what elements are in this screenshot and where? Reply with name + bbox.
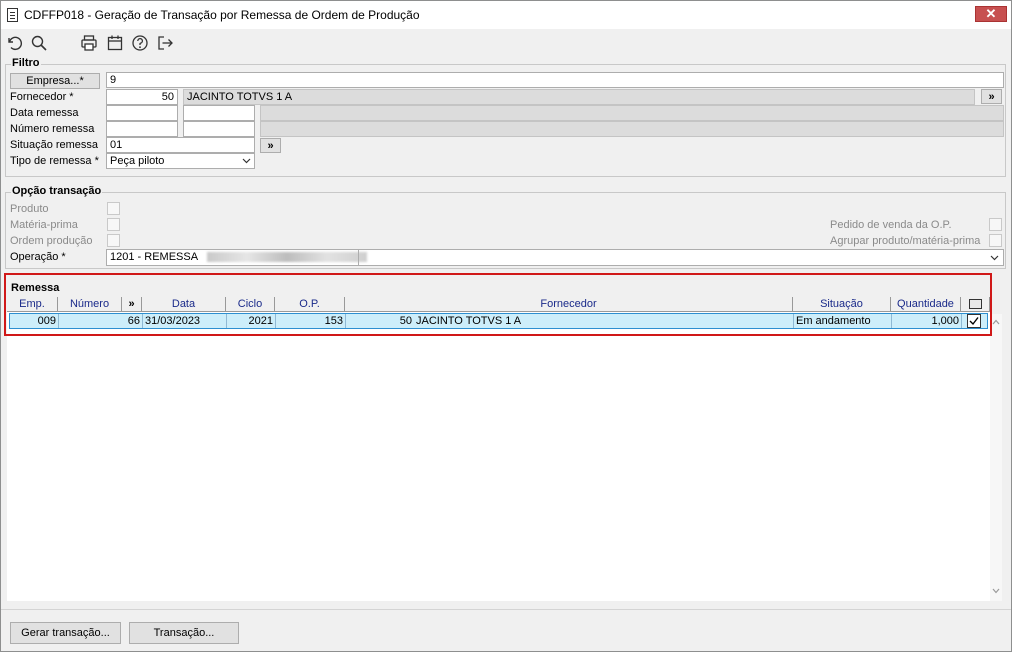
- operacao-select[interactable]: 1201 - REMESSA: [106, 249, 1004, 266]
- data-remessa-ro-field: [260, 105, 1004, 121]
- situacao-remessa-field[interactable]: 01: [106, 137, 255, 153]
- data-remessa-from-field[interactable]: [106, 105, 178, 121]
- agrupar-label: Agrupar produto/matéria-prima: [830, 235, 981, 247]
- situacao-remessa-label: Situação remessa: [10, 139, 99, 151]
- toolbar: [1, 29, 1011, 57]
- produto-label: Produto: [10, 203, 49, 215]
- fornecedor-code-field[interactable]: 50: [106, 89, 178, 105]
- transacao-button[interactable]: Transação...: [129, 622, 239, 644]
- empresa-button[interactable]: Empresa...*: [10, 73, 100, 89]
- ordem-producao-checkbox[interactable]: [107, 234, 120, 247]
- numero-remessa-to-field[interactable]: [183, 121, 255, 137]
- calendar-icon[interactable]: [105, 33, 125, 53]
- main-window: CDFFP018 - Geração de Transação por Reme…: [0, 0, 1012, 652]
- close-button[interactable]: ✕: [975, 6, 1007, 22]
- data-remessa-label: Data remessa: [10, 107, 79, 119]
- undo-icon[interactable]: [4, 33, 24, 53]
- scroll-up-icon[interactable]: [992, 319, 1000, 325]
- tipo-remessa-select[interactable]: Peça piloto: [106, 153, 255, 169]
- materia-prima-label: Matéria-prima: [10, 219, 78, 231]
- fornecedor-name-field: JACINTO TOTVS 1 A: [183, 89, 975, 105]
- help-icon[interactable]: [130, 33, 150, 53]
- materia-prima-checkbox[interactable]: [107, 218, 120, 231]
- search-icon[interactable]: [29, 33, 49, 53]
- agrupar-checkbox[interactable]: [989, 234, 1002, 247]
- pedido-venda-checkbox[interactable]: [989, 218, 1002, 231]
- fornecedor-more-button[interactable]: »: [981, 89, 1002, 104]
- remessa-grid: Emp. Número » Data Ciclo O.P. Fornecedor…: [7, 297, 990, 601]
- opcao-title: Opção transação: [11, 185, 103, 197]
- operacao-label: Operação *: [10, 251, 66, 263]
- tipo-remessa-label: Tipo de remessa *: [10, 155, 99, 167]
- produto-checkbox[interactable]: [107, 202, 120, 215]
- numero-remessa-from-field[interactable]: [106, 121, 178, 137]
- numero-remessa-label: Número remessa: [10, 123, 95, 135]
- grid-scrollbar[interactable]: [990, 314, 1002, 601]
- data-remessa-to-field[interactable]: [183, 105, 255, 121]
- footer-divider: [1, 609, 1011, 610]
- title-bar: CDFFP018 - Geração de Transação por Reme…: [1, 1, 1011, 29]
- fornecedor-label: Fornecedor *: [10, 91, 74, 103]
- operacao-value: 1201 - REMESSA: [110, 251, 198, 263]
- gerar-transacao-button[interactable]: Gerar transação...: [10, 622, 121, 644]
- numero-remessa-ro-field: [260, 121, 1004, 137]
- chevron-down-icon: [990, 255, 999, 261]
- print-icon[interactable]: [79, 33, 99, 53]
- remessa-highlight-box: [4, 273, 992, 336]
- document-icon: [7, 8, 18, 22]
- window-title: CDFFP018 - Geração de Transação por Reme…: [24, 8, 420, 22]
- tipo-remessa-value: Peça piloto: [110, 155, 165, 167]
- filtro-title: Filtro: [11, 57, 41, 69]
- redacted-text: [206, 252, 367, 263]
- empresa-field[interactable]: 9: [106, 72, 1004, 88]
- scroll-down-icon[interactable]: [992, 588, 1000, 594]
- pedido-venda-label: Pedido de venda da O.P.: [830, 219, 952, 231]
- situacao-more-button[interactable]: »: [260, 138, 281, 153]
- chevron-down-icon: [242, 158, 251, 164]
- exit-icon[interactable]: [155, 33, 175, 53]
- ordem-producao-label: Ordem produção: [10, 235, 93, 247]
